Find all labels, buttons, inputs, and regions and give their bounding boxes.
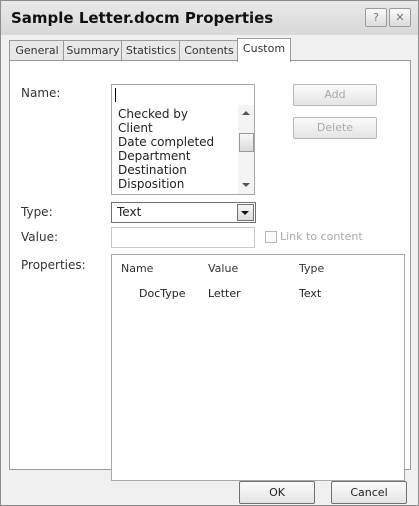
- tab-contents[interactable]: Contents: [179, 40, 239, 61]
- column-header-type[interactable]: Type: [299, 262, 324, 275]
- tab-summary[interactable]: Summary: [63, 40, 123, 61]
- name-input[interactable]: [111, 84, 255, 106]
- tab-statistics[interactable]: Statistics: [121, 40, 181, 61]
- close-button[interactable]: ✕: [389, 8, 411, 27]
- list-item[interactable]: Department: [118, 149, 191, 163]
- type-select-value: Text: [117, 205, 142, 219]
- row-type-cell: Text: [299, 287, 322, 300]
- scroll-down-icon[interactable]: [242, 183, 250, 187]
- type-select[interactable]: Text: [111, 202, 256, 223]
- properties-table[interactable]: Name Value Type DocType Letter Text: [111, 254, 405, 481]
- row-name-cell: DocType: [139, 287, 186, 300]
- list-item[interactable]: Checked by: [118, 107, 188, 121]
- dialog-title: Sample Letter.docm Properties: [11, 9, 274, 27]
- value-label: Value:: [21, 230, 58, 244]
- name-list-scrollbar[interactable]: [238, 105, 254, 194]
- help-button[interactable]: ?: [365, 8, 387, 27]
- name-label: Name:: [21, 86, 61, 100]
- list-item[interactable]: Destination: [118, 163, 187, 177]
- type-dropdown-button[interactable]: [237, 204, 254, 221]
- text-caret: [115, 88, 116, 102]
- scroll-thumb[interactable]: [239, 133, 254, 152]
- column-header-value[interactable]: Value: [208, 262, 238, 275]
- link-to-content-checkbox[interactable]: [265, 231, 277, 243]
- list-item[interactable]: Date completed: [118, 135, 214, 149]
- tab-custom[interactable]: Custom: [237, 38, 291, 62]
- list-item[interactable]: Disposition: [118, 177, 184, 191]
- scroll-up-icon[interactable]: [242, 111, 250, 115]
- cancel-button[interactable]: Cancel: [331, 481, 407, 504]
- value-input[interactable]: [111, 227, 255, 248]
- column-header-name[interactable]: Name: [121, 262, 153, 275]
- name-list[interactable]: Checked by Client Date completed Departm…: [111, 105, 255, 195]
- list-item[interactable]: Client: [118, 121, 153, 135]
- properties-label: Properties:: [21, 258, 86, 272]
- title-bar: Sample Letter.docm Properties ? ✕: [1, 1, 418, 35]
- properties-dialog: Sample Letter.docm Properties ? ✕ Genera…: [0, 0, 419, 506]
- type-label: Type:: [21, 205, 53, 219]
- link-to-content-label: Link to content: [280, 230, 363, 243]
- add-button[interactable]: Add: [293, 84, 377, 106]
- chevron-down-icon: [241, 211, 249, 215]
- tab-general[interactable]: General: [9, 40, 65, 61]
- ok-button[interactable]: OK: [239, 481, 315, 504]
- row-value-cell: Letter: [208, 287, 241, 300]
- delete-button[interactable]: Delete: [293, 117, 377, 139]
